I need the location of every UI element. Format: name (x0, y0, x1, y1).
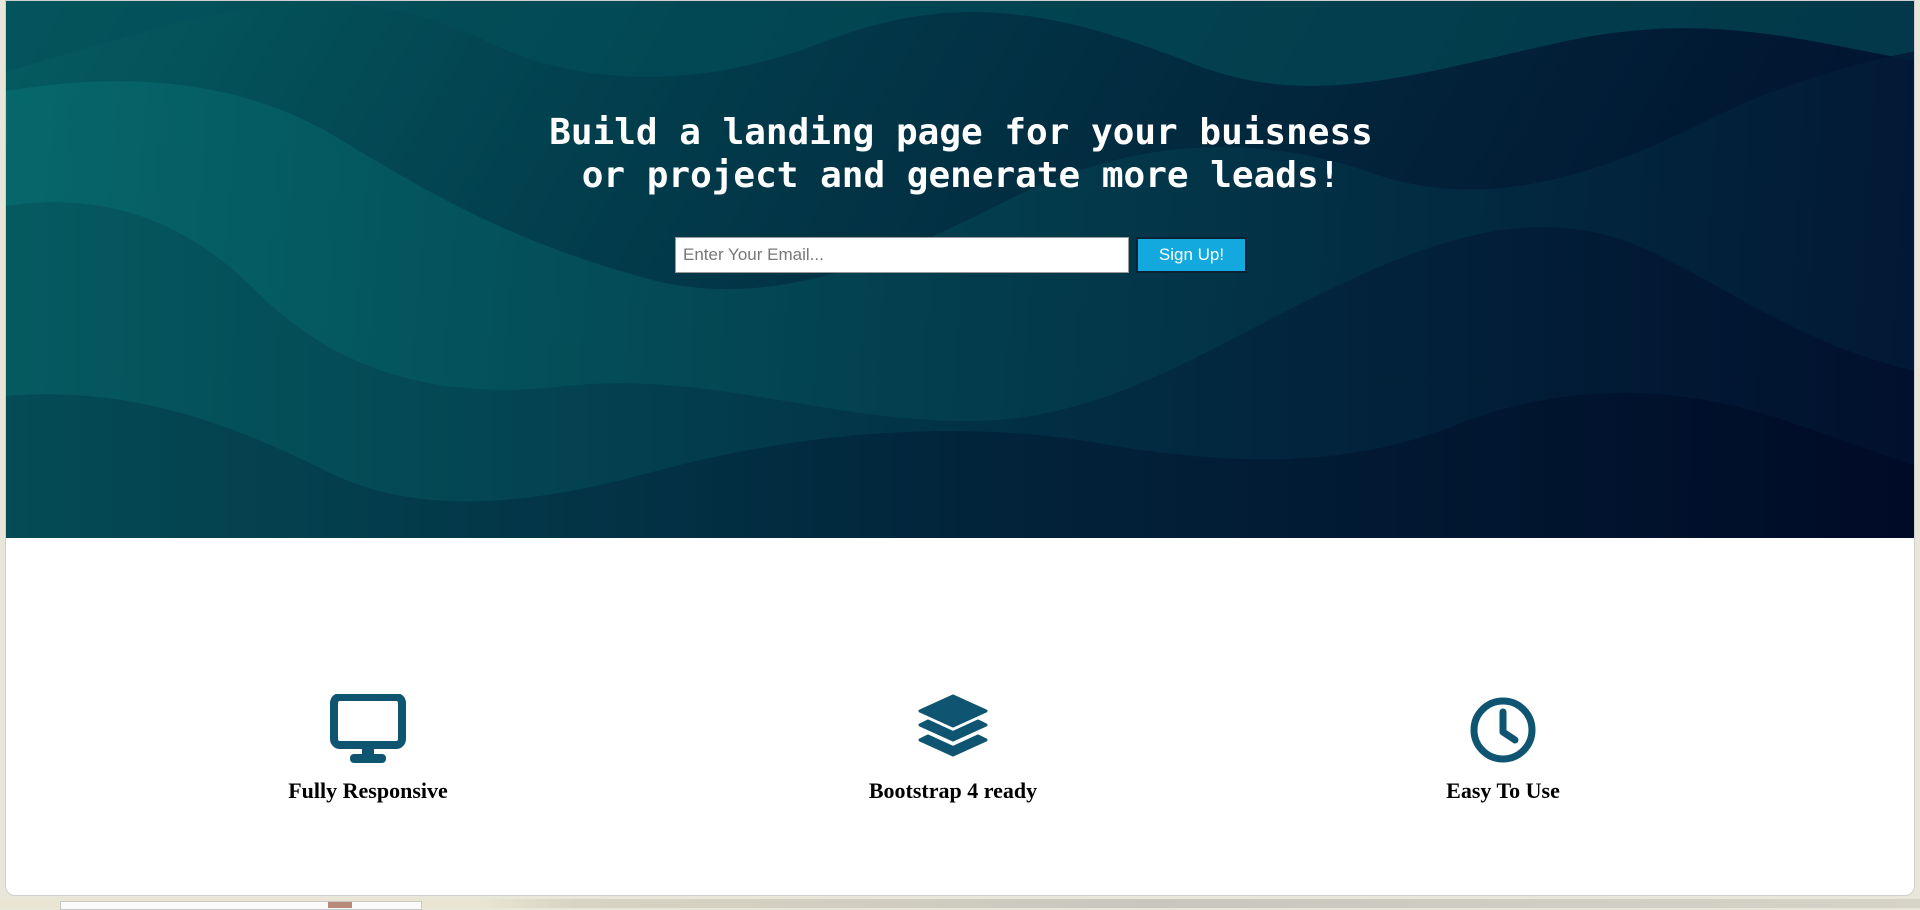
layers-icon (918, 694, 988, 757)
taskbar-app-icon[interactable] (328, 902, 352, 908)
desktop-taskbar-strip (0, 899, 1920, 910)
taskbar-window-thumbnail[interactable] (60, 901, 422, 910)
signup-form: Sign Up! (675, 237, 1247, 273)
monitor-icon (330, 694, 406, 763)
browser-viewport: Build a landing page for your buisness o… (5, 0, 1915, 896)
feature-easy: Easy To Use (1383, 694, 1623, 804)
email-input[interactable] (675, 237, 1129, 273)
features-section: Fully Responsive Bootstrap 4 ready Easy … (6, 538, 1914, 895)
signup-button[interactable]: Sign Up! (1136, 237, 1247, 273)
feature-bootstrap: Bootstrap 4 ready (833, 694, 1073, 804)
feature-label: Bootstrap 4 ready (868, 778, 1038, 803)
feature-label: Easy To Use (1446, 778, 1560, 803)
hero-section: Build a landing page for your buisness o… (6, 1, 1914, 538)
clock-icon (1470, 697, 1536, 763)
hero-title-line-1: Build a landing page for your buisness (549, 112, 1373, 153)
hero-title: Build a landing page for your buisness o… (6, 111, 1914, 197)
hero-title-line-2: or project and generate more leads! (581, 155, 1341, 196)
feature-responsive: Fully Responsive (248, 694, 488, 804)
feature-label: Fully Responsive (288, 778, 448, 803)
